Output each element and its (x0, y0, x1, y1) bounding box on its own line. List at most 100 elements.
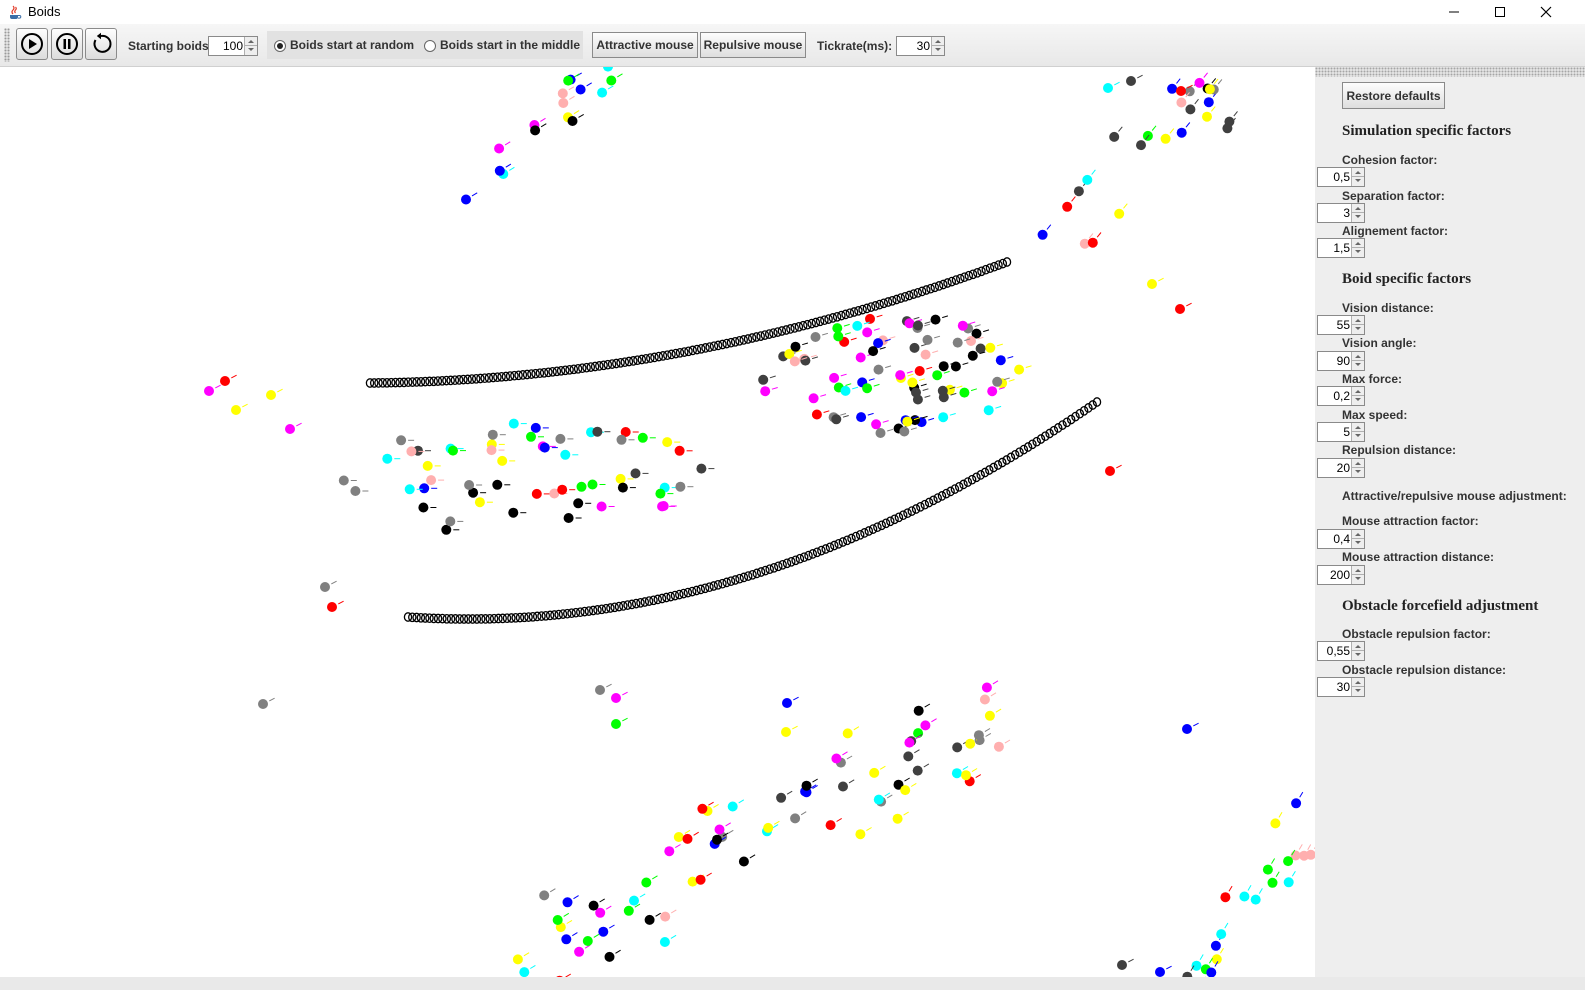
attractive-mouse-button[interactable]: Attractive mouse (592, 32, 698, 58)
spinner-arrows-icon[interactable] (244, 37, 257, 55)
minimize-button[interactable] (1431, 0, 1477, 24)
mouse-distance-spinner[interactable]: 200 (1317, 565, 1365, 585)
boid (871, 419, 889, 430)
boid (932, 370, 950, 381)
pause-button[interactable] (51, 28, 83, 60)
vision-angle-spinner[interactable]: 90 (1317, 351, 1365, 371)
start-position-group: Boids start at random Boids start in the… (267, 31, 583, 59)
boid (494, 163, 512, 176)
boid (675, 481, 694, 492)
obstacle-segment (946, 486, 955, 497)
max-speed-label: Max speed: (1342, 408, 1408, 422)
boid (985, 342, 1003, 353)
boid (790, 341, 809, 352)
boid (1082, 169, 1096, 185)
obstacle-segment (976, 470, 985, 480)
boids-field[interactable] (0, 67, 1315, 977)
obstacle-segment (1058, 420, 1067, 430)
separation-spinner[interactable]: 3 (1317, 203, 1365, 223)
spinner-arrows-icon[interactable] (1351, 566, 1364, 584)
boid (1283, 870, 1296, 888)
cohesion-value: 0,5 (1333, 170, 1350, 184)
boid (582, 933, 600, 946)
spinner-arrows-icon[interactable] (1351, 239, 1364, 257)
obstacle-segment (1084, 403, 1093, 413)
title-bar: Boids (0, 0, 1585, 24)
alignement-spinner[interactable]: 1,5 (1317, 238, 1365, 258)
obstacle-segment (903, 508, 912, 519)
restore-defaults-button[interactable]: Restore defaults (1342, 82, 1445, 109)
obstacle-segment (1028, 439, 1037, 450)
obstacle-segment (864, 526, 874, 536)
obstacle-segment (1032, 436, 1041, 447)
obstacle-segment (967, 474, 977, 485)
boid (790, 811, 807, 824)
spinner-arrows-icon[interactable] (1351, 387, 1364, 405)
start-middle-radio[interactable] (424, 40, 436, 52)
obstacle-segment (787, 556, 796, 567)
spinner-arrows-icon[interactable] (1351, 459, 1364, 477)
boid (856, 412, 874, 423)
boid (782, 696, 799, 708)
boid (763, 820, 780, 833)
spinner-arrows-icon[interactable] (1351, 204, 1364, 222)
alignement-value: 1,5 (1333, 241, 1350, 255)
boid (461, 192, 478, 205)
obstacle-segment (907, 506, 917, 516)
repulsive-mouse-button[interactable]: Repulsive mouse (700, 32, 806, 58)
spinner-arrows-icon[interactable] (1351, 352, 1364, 370)
obstacle-factor-spinner[interactable]: 0,55 (1317, 641, 1365, 661)
boid-factors-heading: Boid specific factors (1342, 271, 1472, 287)
spinner-arrows-icon[interactable] (1351, 168, 1364, 186)
obstacle-segment (1036, 434, 1046, 444)
spinner-arrows-icon[interactable] (1351, 642, 1364, 660)
obstacle-segment (985, 263, 995, 274)
obstacle-segment (977, 266, 986, 277)
repulsion-distance-spinner[interactable]: 20 (1317, 458, 1365, 478)
max-speed-spinner[interactable]: 5 (1317, 422, 1365, 442)
obstacle-segment (481, 614, 490, 624)
start-middle-label[interactable]: Boids start in the middle (440, 38, 580, 52)
obstacle-segment (774, 561, 783, 572)
obstacle-segment (1045, 428, 1054, 439)
tickrate-value: 30 (916, 39, 930, 53)
boid (913, 703, 931, 716)
spinner-arrows-icon[interactable] (1351, 423, 1364, 441)
spinner-arrows-icon[interactable] (931, 37, 944, 55)
boid (800, 355, 819, 366)
boid (727, 799, 745, 812)
maximize-button[interactable] (1477, 0, 1523, 24)
obstacle-segment (916, 501, 925, 512)
boid (422, 460, 441, 471)
boid (418, 502, 437, 513)
boid (842, 726, 860, 739)
obstacle-segment (933, 493, 942, 503)
boid (810, 332, 829, 342)
simulation-canvas[interactable] (0, 67, 1315, 977)
toolbar-grip[interactable] (4, 28, 10, 62)
play-button[interactable] (16, 28, 48, 60)
mouse-factor-spinner[interactable]: 0,4 (1317, 529, 1365, 549)
boid (981, 680, 999, 693)
obstacle-segment (860, 528, 869, 538)
boid (811, 409, 830, 420)
restart-button[interactable] (85, 28, 117, 60)
mouse-distance-label: Mouse attraction distance: (1342, 550, 1495, 564)
tickrate-spinner[interactable]: 30 (896, 36, 945, 56)
spinner-arrows-icon[interactable] (1351, 530, 1364, 548)
vision-distance-spinner[interactable]: 55 (1317, 315, 1365, 335)
boid (508, 507, 527, 518)
cohesion-spinner[interactable]: 0,5 (1317, 167, 1365, 187)
obstacle-distance-value: 30 (1336, 680, 1350, 694)
start-random-radio[interactable] (274, 40, 286, 52)
spinner-arrows-icon[interactable] (1351, 316, 1364, 334)
boid (531, 488, 550, 499)
obstacle-segment (890, 514, 899, 525)
close-button[interactable] (1523, 0, 1569, 24)
max-force-spinner[interactable]: 0,2 (1317, 386, 1365, 406)
start-random-label[interactable]: Boids start at random (290, 38, 414, 52)
obstacle-distance-spinner[interactable]: 30 (1317, 677, 1365, 697)
max-force-label: Max force: (1342, 372, 1403, 386)
spinner-arrows-icon[interactable] (1351, 678, 1364, 696)
starting-boids-spinner[interactable]: 100 (208, 36, 258, 56)
